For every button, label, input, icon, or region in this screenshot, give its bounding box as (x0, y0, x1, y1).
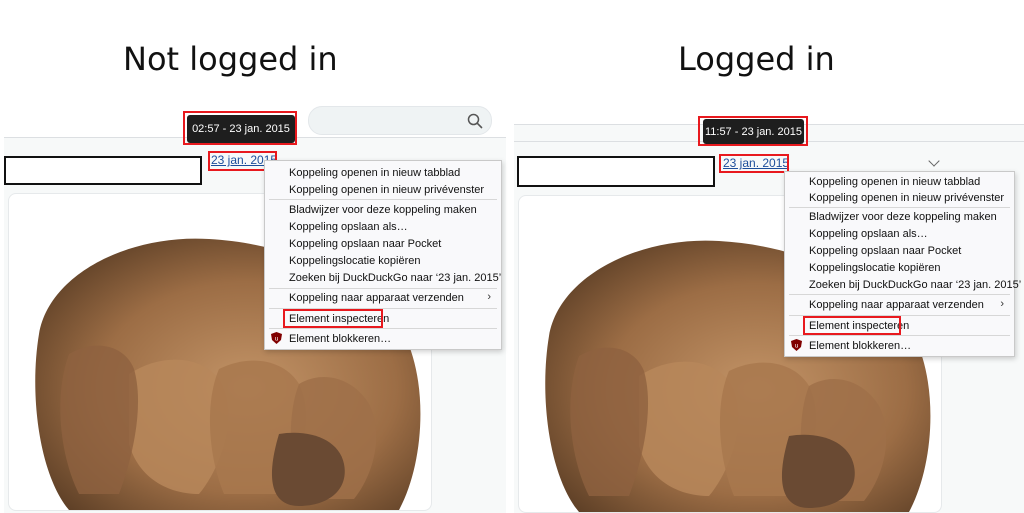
menu-item-bookmark-link[interactable]: Bladwijzer voor deze koppeling maken (289, 204, 477, 216)
heading-logged-in: Logged in (678, 40, 835, 78)
menu-separator (789, 294, 1010, 295)
menu-separator (269, 328, 497, 329)
left-search-input[interactable] (308, 106, 492, 135)
right-inspect-highlight (803, 316, 901, 335)
menu-item-block-element[interactable]: Element blokkeren… (809, 340, 911, 352)
left-inspect-highlight (283, 309, 383, 328)
svg-text:u: u (795, 343, 799, 350)
svg-text:u: u (275, 336, 279, 343)
menu-item-block-element[interactable]: Element blokkeren… (289, 333, 391, 345)
menu-item-search-duckduckgo[interactable]: Zoeken bij DuckDuckGo naar ‘23 jan. 2015… (289, 272, 501, 284)
menu-separator (789, 335, 1010, 336)
menu-item-search-duckduckgo[interactable]: Zoeken bij DuckDuckGo naar ‘23 jan. 2015… (809, 279, 1021, 291)
search-icon (467, 113, 483, 129)
ublock-shield-icon: u (271, 332, 282, 344)
menu-separator (789, 207, 1010, 208)
menu-item-save-to-pocket[interactable]: Koppeling opslaan naar Pocket (809, 245, 961, 257)
heading-not-logged-in: Not logged in (123, 40, 338, 78)
menu-item-bookmark-link[interactable]: Bladwijzer voor deze koppeling maken (809, 211, 997, 223)
right-date-highlight (719, 154, 789, 173)
right-redacted-username (517, 156, 715, 187)
menu-item-open-new-tab[interactable]: Koppeling openen in nieuw tabblad (289, 167, 460, 179)
left-tooltip-highlight (183, 111, 297, 145)
right-tooltip-highlight (698, 116, 808, 146)
menu-item-save-to-pocket[interactable]: Koppeling opslaan naar Pocket (289, 238, 441, 250)
menu-separator (269, 288, 497, 289)
menu-item-save-link-as[interactable]: Koppeling opslaan als… (809, 228, 928, 240)
menu-item-save-link-as[interactable]: Koppeling opslaan als… (289, 221, 408, 233)
menu-item-copy-link[interactable]: Koppelingslocatie kopiëren (289, 255, 420, 267)
chevron-right-icon: › (487, 291, 491, 303)
menu-item-send-to-device[interactable]: Koppeling naar apparaat verzenden (809, 299, 984, 311)
chevron-right-icon: › (1000, 298, 1004, 310)
ublock-shield-icon: u (791, 339, 802, 351)
menu-item-open-new-tab[interactable]: Koppeling openen in nieuw tabblad (809, 176, 980, 188)
menu-item-open-private-window[interactable]: Koppeling openen in nieuw privévenster (809, 192, 1004, 204)
menu-item-open-private-window[interactable]: Koppeling openen in nieuw privévenster (289, 184, 484, 196)
menu-item-send-to-device[interactable]: Koppeling naar apparaat verzenden (289, 292, 464, 304)
menu-item-copy-link[interactable]: Koppelingslocatie kopiëren (809, 262, 940, 274)
menu-separator (269, 199, 497, 200)
left-redacted-username (4, 156, 202, 185)
